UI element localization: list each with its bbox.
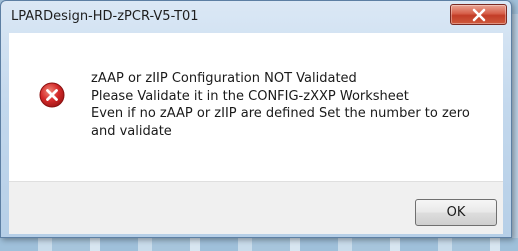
dialog-content: zAAP or zIIP Configuration NOT Validated… bbox=[9, 33, 503, 181]
message-line: zAAP or zIIP Configuration NOT Validated bbox=[91, 71, 357, 86]
close-button[interactable] bbox=[450, 4, 507, 25]
message-line: Even if no zAAP or zIIP are defined Set … bbox=[91, 106, 470, 139]
dialog-titlebar[interactable]: LPARDesign-HD-zPCR-V5-T01 bbox=[1, 1, 511, 33]
dialog-title: LPARDesign-HD-zPCR-V5-T01 bbox=[11, 9, 199, 24]
ok-button[interactable]: OK bbox=[415, 199, 497, 226]
message-line: Please Validate it in the CONFIG-zXXP Wo… bbox=[91, 88, 409, 104]
close-icon bbox=[472, 8, 486, 22]
dialog-footer: OK bbox=[9, 181, 503, 234]
background-spreadsheet-bottom bbox=[0, 238, 518, 251]
error-icon bbox=[39, 82, 65, 108]
error-message: zAAP or zIIP Configuration NOT Validated… bbox=[91, 70, 497, 140]
message-dialog: LPARDesign-HD-zPCR-V5-T01 zAAP or zIIP C… bbox=[0, 0, 512, 238]
